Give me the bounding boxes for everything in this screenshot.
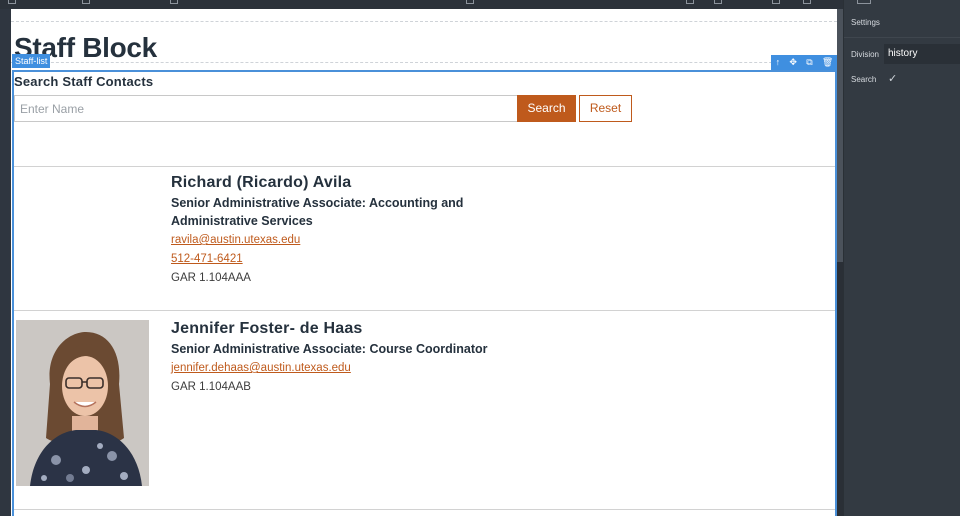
panel-tab-icon[interactable]: [857, 0, 871, 4]
staff-title: Senior Administrative Associate: Course …: [171, 342, 488, 356]
title-block[interactable]: Staff Block: [11, 21, 837, 63]
staff-name: Richard (Ricardo) Avila: [171, 174, 352, 191]
top-toolbar: [0, 0, 843, 9]
toolbar-icon[interactable]: [8, 0, 16, 4]
settings-title: Settings: [851, 18, 880, 27]
staff-name: Jennifer Foster- de Haas: [171, 320, 363, 337]
staff-title: Senior Administrative Associate: Account…: [171, 196, 464, 228]
division-input[interactable]: history: [884, 44, 960, 64]
trash-icon[interactable]: 🗑: [822, 55, 833, 70]
arrow-up-icon[interactable]: ↑: [776, 55, 781, 70]
block-type-label: Staff-list: [12, 54, 51, 68]
staff-office: GAR 1.104AAA: [171, 272, 251, 284]
staff-office: GAR 1.104AAB: [171, 381, 251, 393]
toolbar-icon[interactable]: [772, 0, 780, 4]
staff-info: Jennifer Foster- de Haas Senior Administ…: [171, 319, 531, 396]
move-icon[interactable]: ✥: [789, 55, 797, 70]
staff-row: Jennifer Foster- de Haas Senior Administ…: [14, 310, 835, 510]
staff-row: Richard (Ricardo) Avila Senior Administr…: [14, 166, 835, 311]
division-label: Division: [851, 50, 880, 59]
left-gutter: [0, 9, 11, 516]
toolbar-icon[interactable]: [466, 0, 474, 4]
search-setting-label: Search: [851, 75, 877, 84]
toolbar-icon[interactable]: [803, 0, 811, 4]
staff-info: Richard (Ricardo) Avila Senior Administr…: [171, 173, 531, 287]
toolbar-icon[interactable]: [714, 0, 722, 4]
divider: [844, 37, 960, 38]
toolbar-icon[interactable]: [686, 0, 694, 4]
staff-row: [14, 509, 835, 516]
staff-email-link[interactable]: jennifer.dehaas@austin.utexas.edu: [171, 359, 531, 377]
toolbar-icon[interactable]: [82, 0, 90, 4]
checkmark-icon[interactable]: ✓: [888, 72, 897, 85]
staff-photo: [16, 320, 149, 486]
search-input[interactable]: [14, 95, 518, 122]
staff-phone-link[interactable]: 512-471-6421: [171, 250, 531, 268]
editor-canvas: Staff Block Staff-list ↑ ✥ ⧉ 🗑 Search St…: [11, 9, 837, 516]
search-button[interactable]: Search: [517, 95, 576, 122]
reset-button[interactable]: Reset: [579, 95, 632, 122]
block-toolbar: ↑ ✥ ⧉ 🗑: [771, 55, 837, 70]
toolbar-icon[interactable]: [170, 0, 178, 4]
staff-list-block[interactable]: Search Staff Contacts Search Reset Richa…: [12, 70, 837, 516]
copy-icon[interactable]: ⧉: [806, 55, 812, 70]
search-heading: Search Staff Contacts: [14, 74, 154, 89]
staff-email-link[interactable]: ravila@austin.utexas.edu: [171, 231, 531, 249]
settings-panel: Settings Division history Search ✓: [843, 0, 960, 516]
